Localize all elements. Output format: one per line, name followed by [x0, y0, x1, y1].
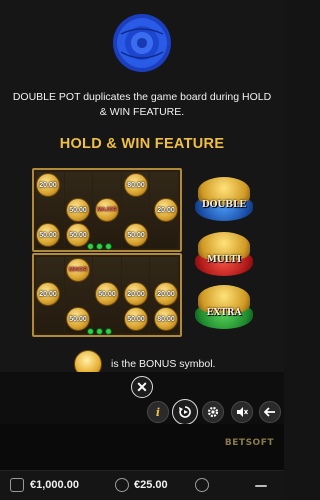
coin-symbol: 20.00	[124, 282, 148, 306]
footer-bar: €1,000.00 €25.00	[0, 470, 284, 500]
minor-jackpot-coin: MINOR	[66, 258, 90, 282]
extra-pot-label: EXTRA	[206, 308, 242, 318]
coin-symbol: 50.00	[124, 307, 148, 331]
multi-pot-icon: MULTI	[193, 232, 255, 278]
control-bar: ✕ i	[0, 372, 284, 425]
info-button[interactable]: i	[147, 401, 169, 423]
coin-symbol: 20.00	[154, 282, 178, 306]
close-button[interactable]: ✕	[131, 376, 153, 398]
bet-stack-icon[interactable]	[115, 478, 129, 492]
bet-value[interactable]: €25.00	[134, 479, 168, 491]
status-dot	[105, 243, 112, 250]
game-board-bottom: MINOR 20.00 50.00 20.00 20.00 50.00 50.0…	[32, 253, 182, 337]
feature-title: HOLD & WIN FEATURE	[59, 136, 225, 152]
coin-symbol: 50.00	[66, 223, 90, 247]
bonus-symbol-row: is the BONUS symbol.	[0, 350, 284, 372]
bonus-symbol-text: is the BONUS symbol.	[111, 358, 216, 370]
coin-symbol: 20.00	[36, 282, 60, 306]
betsoft-logo: BETSOFT	[224, 438, 274, 448]
replay-icon	[179, 406, 191, 418]
coin-symbol: 50.00	[66, 307, 90, 331]
coin-symbol: 50.00	[124, 223, 148, 247]
coin-symbol: 50.00	[36, 223, 60, 247]
balance-value: €1,000.00	[30, 479, 79, 491]
status-dot	[87, 328, 94, 335]
settings-button[interactable]	[202, 401, 224, 423]
sound-button[interactable]	[231, 401, 253, 423]
double-pot-label: DOUBLE	[201, 200, 247, 210]
autoplay-icon[interactable]	[195, 478, 209, 492]
bonus-rose-coin-icon	[74, 350, 102, 372]
coin-symbol: 50.00	[66, 198, 90, 222]
paytable-page: DOUBLE POT duplicates the game board dur…	[0, 0, 284, 372]
coin-symbol: 20.00	[36, 173, 60, 197]
brand-bar: BETSOFT	[0, 424, 284, 470]
multi-pot-label: MULTI	[206, 255, 242, 265]
status-dot	[105, 328, 112, 335]
replay-button[interactable]	[172, 399, 198, 425]
major-jackpot-coin: MAJOR	[95, 198, 119, 222]
status-dot	[96, 243, 103, 250]
coin-symbol: 50.00	[95, 282, 119, 306]
double-pot-icon: DOUBLE	[193, 177, 255, 223]
wallet-icon	[10, 478, 24, 492]
coin-symbol: 80.00	[154, 307, 178, 331]
coin-symbol: 20.00	[154, 198, 178, 222]
back-arrow-icon	[264, 407, 275, 417]
feature-description: DOUBLE POT duplicates the game board dur…	[12, 91, 272, 118]
status-dot	[87, 243, 94, 250]
mute-speaker-icon	[237, 407, 248, 417]
gear-icon	[207, 406, 219, 418]
status-dot	[96, 328, 103, 335]
blue-rose-icon	[113, 14, 171, 72]
back-button[interactable]	[259, 401, 281, 423]
game-board-top: 20.00 80.00 50.00 MAJOR 20.00 50.00 50.0…	[32, 168, 182, 252]
extra-pot-icon: EXTRA	[193, 285, 255, 331]
menu-icon[interactable]	[255, 485, 267, 487]
coin-symbol: 80.00	[124, 173, 148, 197]
